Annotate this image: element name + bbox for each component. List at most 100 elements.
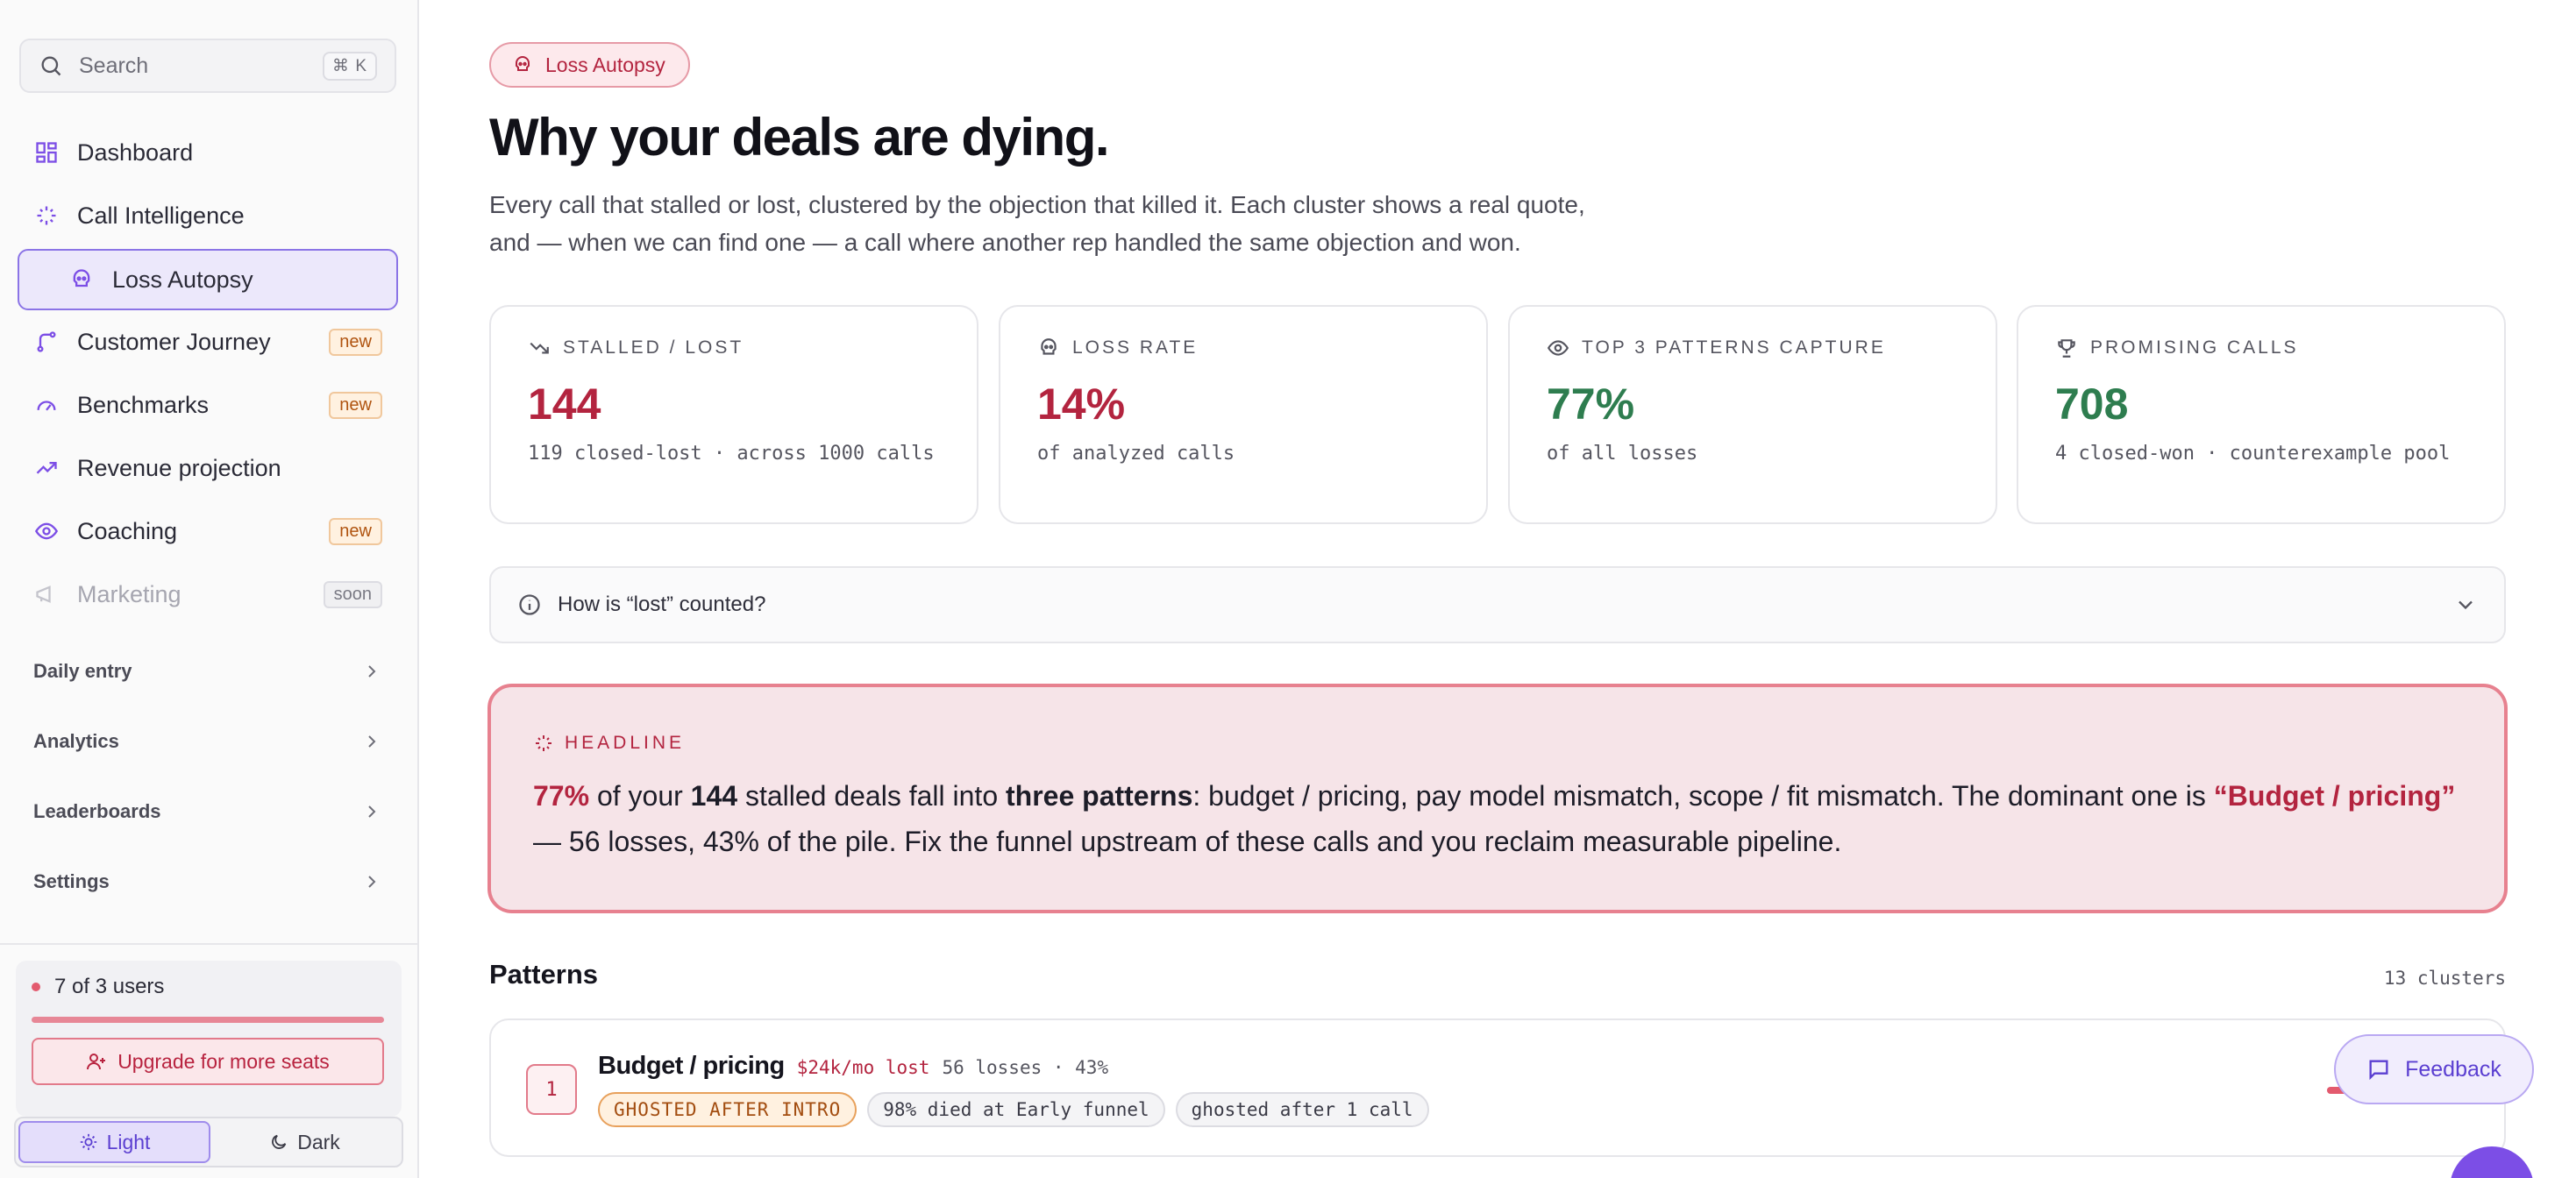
section-settings[interactable]: Settings <box>18 855 398 908</box>
eye-icon <box>1547 340 1569 356</box>
eye-icon <box>34 522 59 540</box>
sidebar-item-benchmarks[interactable]: Benchmarks new <box>18 375 398 435</box>
patterns-heading: Patterns <box>489 959 599 990</box>
theme-dark-label: Dark <box>297 1130 340 1153</box>
trophy-icon <box>2058 339 2075 358</box>
skull-icon <box>1041 338 1057 355</box>
page-subtitle-line: and — when we can find one — a call wher… <box>489 229 1521 256</box>
stat-value: 77% <box>1547 380 1635 429</box>
headline-text-part: stalled deals fall into <box>737 780 1006 812</box>
new-badge: new <box>329 328 382 356</box>
sidebar-item-label: Marketing <box>77 580 181 607</box>
new-badge: new <box>329 391 382 419</box>
soon-badge: soon <box>323 580 382 608</box>
pattern-name: Budget / pricing <box>598 1052 785 1080</box>
pattern-tag: GHOSTED AFTER INTRO <box>598 1092 857 1127</box>
theme-dark-button[interactable]: Dark <box>210 1121 399 1163</box>
sidebar: Search ⌘ K Dashboard Call Intelligence L… <box>0 0 419 1178</box>
search-shortcut: ⌘ K <box>323 51 377 81</box>
theme-light-button[interactable]: Light <box>18 1121 210 1163</box>
headline-kicker-label: Headline <box>565 733 686 753</box>
headline-text: 77% of your 144 stalled deals fall into … <box>533 773 2462 864</box>
headline-dominant-pattern: “Budget / pricing” <box>2213 780 2456 812</box>
sidebar-item-call-intelligence[interactable]: Call Intelligence <box>18 186 398 245</box>
sidebar-item-revenue-projection[interactable]: Revenue projection <box>18 438 398 498</box>
pattern-rank: 1 <box>526 1064 577 1115</box>
clusters-count: 13 clusters <box>2383 968 2506 989</box>
stat-card-top-patterns: Top 3 patterns capture 77% of all losses <box>1508 305 1997 524</box>
headline-text-part: of your <box>589 780 691 812</box>
new-badge: new <box>329 517 382 545</box>
pattern-tag: ghosted after 1 call <box>1175 1092 1429 1127</box>
stat-card-loss-rate: Loss rate 14% of analyzed calls <box>999 305 1488 524</box>
page-badge-label: Loss Autopsy <box>545 53 665 76</box>
page-title: Why your deals are dying. <box>489 108 1110 167</box>
headline-kicker: Headline <box>533 733 2462 754</box>
sun-icon <box>80 1133 96 1151</box>
seat-usage-text: 7 of 3 users <box>54 975 165 998</box>
sidebar-item-label: Dashboard <box>77 138 194 166</box>
section-analytics[interactable]: Analytics <box>18 715 398 768</box>
pattern-card[interactable]: 1 Budget / pricing $24k/mo lost 56 losse… <box>489 1018 2506 1157</box>
section-daily-entry[interactable]: Daily entry <box>18 645 398 698</box>
pattern-loss-count: 56 losses · 43% <box>942 1057 1109 1078</box>
gauge-icon <box>37 401 56 411</box>
chevron-right-icon <box>368 805 376 818</box>
section-leaderboards[interactable]: Leaderboards <box>18 785 398 838</box>
chevron-right-icon <box>368 735 376 748</box>
stat-header: Loss rate <box>1037 337 1449 359</box>
grid-icon <box>36 142 57 163</box>
stat-subtext: 4 closed-won · counterexample pool <box>2055 443 2451 465</box>
section-label: Daily entry <box>33 660 132 682</box>
lost-definition-accordion[interactable]: How is “lost” counted? <box>489 566 2506 643</box>
stat-card-promising-calls: Promising calls 708 4 closed-won · count… <box>2017 305 2506 524</box>
headline-text-part: — 56 losses, 43% of the pile. Fix the fu… <box>533 826 1842 857</box>
user-plus-icon <box>87 1054 106 1070</box>
chevron-right-icon <box>368 665 376 678</box>
megaphone-icon <box>36 585 51 603</box>
sparkle-icon <box>536 735 551 751</box>
sidebar-item-label: Loss Autopsy <box>112 266 253 293</box>
sidebar-item-marketing: Marketing soon <box>18 564 398 624</box>
sidebar-item-label: Revenue projection <box>77 454 281 481</box>
feedback-label: Feedback <box>2405 1056 2501 1082</box>
stat-subtext: 119 closed-lost · across 1000 calls <box>528 443 935 465</box>
search-icon <box>41 56 61 76</box>
feedback-button[interactable]: Feedback <box>2334 1034 2534 1104</box>
info-icon <box>519 594 540 615</box>
skull-icon <box>73 269 90 287</box>
main-content: Loss Autopsy Why your deals are dying. E… <box>419 0 2576 1178</box>
accordion-question: How is “lost” counted? <box>558 593 766 616</box>
stat-header: Top 3 patterns capture <box>1547 337 1959 359</box>
theme-toggle: Light Dark <box>14 1117 403 1167</box>
sidebar-item-dashboard[interactable]: Dashboard <box>18 123 398 182</box>
headline-callout: Headline 77% of your 144 stalled deals f… <box>487 684 2508 913</box>
sidebar-item-coaching[interactable]: Coaching new <box>18 501 398 561</box>
sidebar-item-customer-journey[interactable]: Customer Journey new <box>18 312 398 372</box>
message-square-icon <box>2369 1060 2388 1081</box>
chevron-right-icon <box>368 876 376 888</box>
stat-card-stalled-lost: Stalled / Lost 144 119 closed-lost · acr… <box>489 305 978 524</box>
page-badge: Loss Autopsy <box>489 42 690 88</box>
search-input[interactable]: Search ⌘ K <box>19 39 396 93</box>
search-placeholder: Search <box>79 53 149 78</box>
headline-count: 144 <box>690 780 738 812</box>
sidebar-item-loss-autopsy[interactable]: Loss Autopsy <box>18 249 398 310</box>
trending-up-icon <box>36 462 57 474</box>
sidebar-item-label: Coaching <box>77 517 178 544</box>
upgrade-seats-button[interactable]: Upgrade for more seats <box>32 1038 384 1085</box>
stat-subtext: of analyzed calls <box>1037 443 1235 465</box>
headline-percentage: 77% <box>533 780 590 812</box>
route-icon <box>37 331 56 352</box>
stat-label: Loss rate <box>1072 337 1199 358</box>
stat-label: Top 3 patterns capture <box>1582 337 1886 358</box>
pattern-lost-value: $24k/mo lost <box>796 1057 930 1078</box>
pattern-tags: GHOSTED AFTER INTRO 98% died at Early fu… <box>598 1092 1429 1127</box>
section-label: Analytics <box>33 730 119 752</box>
sidebar-item-label: Call Intelligence <box>77 202 245 229</box>
sidebar-item-label: Benchmarks <box>77 391 210 418</box>
page-subtitle: Every call that stalled or lost, cluster… <box>489 186 1699 261</box>
pattern-tag: 98% died at Early funnel <box>867 1092 1165 1127</box>
sidebar-item-label: Customer Journey <box>77 328 271 355</box>
seat-usage-bar <box>32 1017 384 1023</box>
